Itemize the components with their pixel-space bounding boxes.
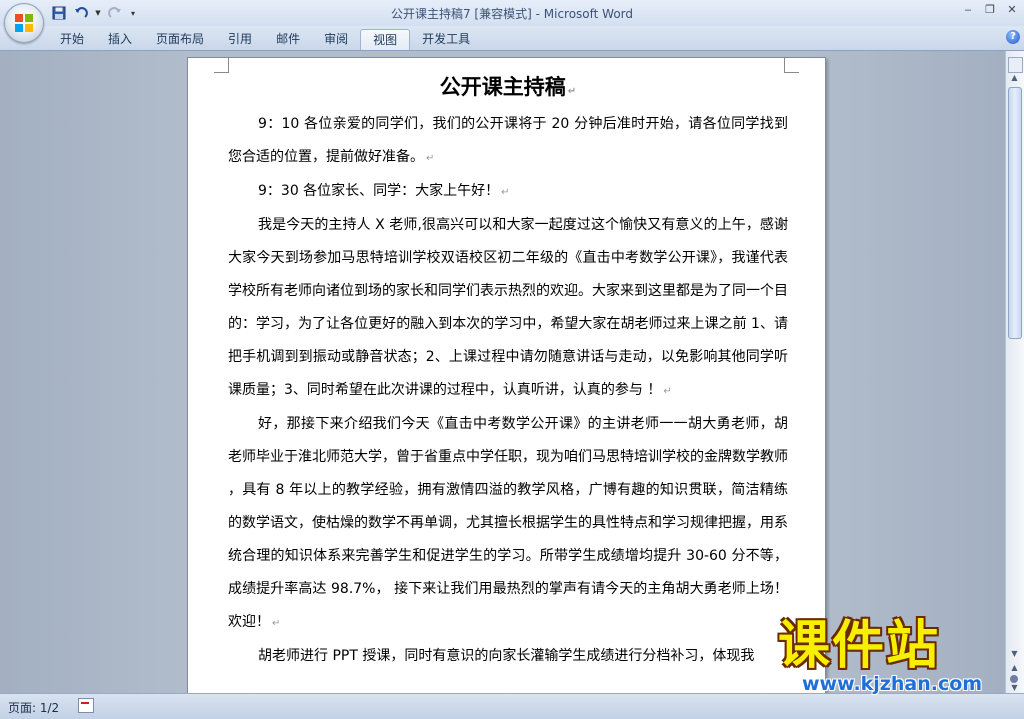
tab-home[interactable]: 开始 (48, 29, 96, 49)
ribbon-tabs-bar: 开始 插入 页面布局 引用 邮件 审阅 视图 开发工具 ? (0, 26, 1024, 51)
proofing-status-icon[interactable] (78, 698, 94, 713)
paragraph-text: 9：10 各位亲爱的同学们，我们的公开课将于 20 分钟后准时开始，请各位同学找… (228, 116, 788, 165)
page-count-status[interactable]: 页面: 1/2 (8, 699, 59, 716)
title-bar: ▼ ▾ 公开课主持稿7 [兼容模式] - Microsoft Word ‒ ❐ … (0, 0, 1024, 26)
paragraph: 胡老师进行 PPT 授课，同时有意识的向家长灌输学生成绩进行分档补习，体现我 (228, 640, 788, 673)
vertical-scrollbar[interactable]: ▲ ▼ ▲ ▼ (1005, 51, 1024, 693)
paragraph-text: 好，那接下来介绍我们今天《直击中考数学公开课》的主讲老师一一胡大勇老师，胡老师毕… (228, 416, 788, 630)
document-name: 公开课主持稿7 [兼容模式] (390, 7, 532, 21)
next-page-icon[interactable]: ▼ (1008, 683, 1021, 693)
status-bar: 页面: 1/2 (0, 693, 1024, 719)
watermark-url: www.kjzhan.com (802, 673, 983, 695)
tab-page-layout[interactable]: 页面布局 (144, 29, 216, 49)
window-title: 公开课主持稿7 [兼容模式] - Microsoft Word (0, 5, 1024, 22)
select-browse-object-icon[interactable] (1010, 675, 1018, 683)
paragraph-mark-icon: ↵ (501, 187, 510, 198)
scroll-thumb[interactable] (1008, 87, 1022, 339)
document-workspace: 公开课主持稿 ↵ 9：10 各位亲爱的同学们，我们的公开课将于 20 分钟后准时开… (0, 51, 1006, 693)
close-icon[interactable]: ✕ (1004, 2, 1020, 18)
previous-page-icon[interactable]: ▲ (1008, 663, 1021, 673)
restore-icon[interactable]: ❐ (982, 2, 998, 18)
document-heading: 公开课主持稿 ↵ (228, 70, 788, 104)
title-separator: - (531, 7, 544, 21)
document-body[interactable]: 公开课主持稿 ↵ 9：10 各位亲爱的同学们，我们的公开课将于 20 分钟后准时开… (228, 70, 788, 673)
minimize-icon[interactable]: ‒ (960, 2, 976, 18)
paragraph-mark-icon: ↵ (272, 618, 281, 629)
app-name: Microsoft Word (543, 7, 634, 21)
paragraph-mark-icon: ↵ (426, 153, 435, 164)
office-button[interactable] (4, 3, 44, 43)
watermark-logo-text: 课件站 (778, 616, 941, 676)
tab-references[interactable]: 引用 (216, 29, 264, 49)
paragraph-text: 9：30 各位家长、同学：大家上午好！ (258, 183, 500, 199)
tab-insert[interactable]: 插入 (96, 29, 144, 49)
paragraph-mark-icon: ↵ (663, 386, 672, 397)
margin-corner-mark (214, 58, 229, 73)
site-watermark: 课件站 www.kjzhan.com (778, 616, 1008, 696)
scroll-up-arrow-icon[interactable]: ▲ (1008, 73, 1021, 85)
office-logo-icon (15, 14, 33, 32)
paragraph: 我是今天的主持人 X 老师,很高兴可以和大家一起度过这个愉快又有意义的上午，感谢… (228, 209, 788, 408)
ribbon-tabs: 开始 插入 页面布局 引用 邮件 审阅 视图 开发工具 (48, 29, 482, 50)
help-icon[interactable]: ? (1006, 30, 1020, 44)
scroll-down-arrow-icon[interactable]: ▼ (1008, 649, 1021, 661)
paragraph-text: 我是今天的主持人 X 老师,很高兴可以和大家一起度过这个愉快又有意义的上午，感谢… (228, 217, 788, 398)
document-page[interactable]: 公开课主持稿 ↵ 9：10 各位亲爱的同学们，我们的公开课将于 20 分钟后准时开… (187, 57, 826, 693)
paragraph: 9：10 各位亲爱的同学们，我们的公开课将于 20 分钟后准时开始，请各位同学找… (228, 108, 788, 175)
heading-text: 公开课主持稿 (439, 75, 566, 99)
paragraph-mark-icon: ↵ (567, 86, 577, 97)
tab-developer[interactable]: 开发工具 (410, 29, 482, 49)
window-controls: ‒ ❐ ✕ (960, 2, 1020, 18)
view-ruler-icon[interactable] (1008, 57, 1023, 73)
tab-view[interactable]: 视图 (360, 29, 411, 50)
tab-review[interactable]: 审阅 (312, 29, 360, 49)
paragraph: 9：30 各位家长、同学：大家上午好！ ↵ (228, 175, 788, 209)
paragraph: 好，那接下来介绍我们今天《直击中考数学公开课》的主讲老师一一胡大勇老师，胡老师毕… (228, 408, 788, 640)
tab-mailings[interactable]: 邮件 (264, 29, 312, 49)
paragraph-text: 胡老师进行 PPT 授课，同时有意识的向家长灌输学生成绩进行分档补习，体现我 (258, 648, 755, 664)
